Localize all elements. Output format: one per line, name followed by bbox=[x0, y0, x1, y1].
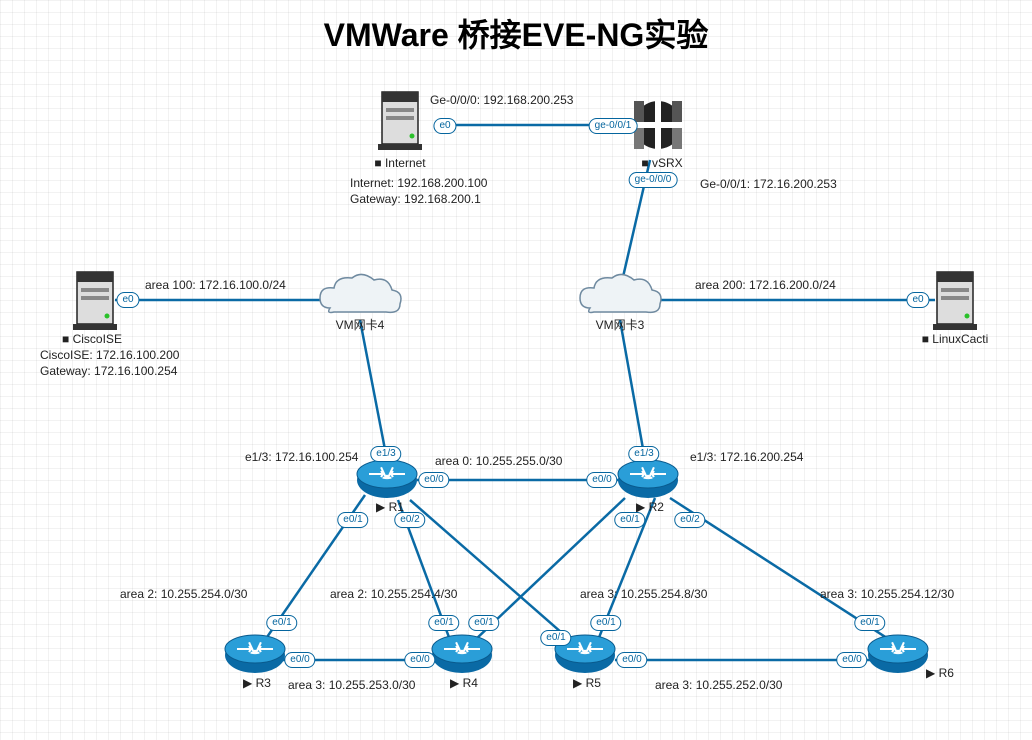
text-area2b: area 2: 10.255.254.4/30 bbox=[330, 587, 457, 601]
diagram-title: VMWare 桥接EVE-NG实验 bbox=[0, 10, 1032, 56]
node-ciscoise-label: ■ CiscoISE bbox=[62, 332, 122, 346]
node-vmnic4-label: VM网卡4 bbox=[330, 316, 390, 333]
text-area2a: area 2: 10.255.254.0/30 bbox=[120, 587, 247, 601]
node-r3-icon[interactable] bbox=[225, 635, 285, 673]
if-r5-e00: e0/0 bbox=[616, 652, 647, 668]
text-r1-e13: e1/3: 172.16.100.254 bbox=[245, 450, 358, 464]
if-r5-e01b: e0/1 bbox=[590, 615, 621, 631]
text-ciscoise-ip: CiscoISE: 172.16.100.200 bbox=[40, 348, 179, 362]
node-r2-icon[interactable] bbox=[618, 460, 678, 498]
node-r5-label: ▶ R5 bbox=[567, 676, 607, 690]
node-linuxcacti-label: ■ LinuxCacti bbox=[910, 332, 1000, 346]
node-ciscoise-icon[interactable] bbox=[73, 272, 117, 330]
node-vmnic4-icon[interactable] bbox=[320, 274, 401, 312]
if-r2-e02: e0/2 bbox=[674, 512, 705, 528]
if-r6-e01: e0/1 bbox=[854, 615, 885, 631]
if-ciscoise-e0: e0 bbox=[116, 292, 139, 308]
node-r4-label: ▶ R4 bbox=[444, 676, 484, 690]
if-r2-e00: e0/0 bbox=[586, 472, 617, 488]
text-ge000: Ge-0/0/0: 192.168.200.253 bbox=[430, 93, 573, 107]
text-area0: area 0: 10.255.255.0/30 bbox=[435, 454, 562, 468]
if-linuxcacti-e0: e0 bbox=[906, 292, 929, 308]
if-r3-e01: e0/1 bbox=[266, 615, 297, 631]
node-vsrx-label: ■ vSRX bbox=[632, 156, 692, 170]
text-ge001: Ge-0/0/1: 172.16.200.253 bbox=[700, 177, 837, 191]
node-vmnic3-icon[interactable] bbox=[580, 274, 661, 312]
text-ciscoise-gw: Gateway: 172.16.100.254 bbox=[40, 364, 177, 378]
node-linuxcacti-icon[interactable] bbox=[933, 272, 977, 330]
node-internet-icon[interactable] bbox=[378, 92, 422, 150]
if-r5-e01a: e0/1 bbox=[540, 630, 571, 646]
text-area100: area 100: 172.16.100.0/24 bbox=[145, 278, 286, 292]
node-vmnic3-label: VM网卡3 bbox=[590, 316, 650, 333]
if-r1-e13: e1/3 bbox=[370, 446, 401, 462]
text-internet-gw: Gateway: 192.168.200.1 bbox=[350, 192, 481, 206]
text-area3d: area 3: 10.255.252.0/30 bbox=[655, 678, 782, 692]
if-r1-e00: e0/0 bbox=[418, 472, 449, 488]
text-area3a: area 3: 10.255.254.8/30 bbox=[580, 587, 707, 601]
node-r4-icon[interactable] bbox=[432, 635, 492, 673]
node-internet-label: ■ Internet bbox=[370, 156, 430, 170]
node-r1-icon[interactable] bbox=[357, 460, 417, 498]
if-r2-e01: e0/1 bbox=[614, 512, 645, 528]
node-vsrx-icon[interactable] bbox=[634, 101, 682, 149]
text-internet-ip: Internet: 192.168.200.100 bbox=[350, 176, 487, 190]
if-r4-e01a: e0/1 bbox=[428, 615, 459, 631]
text-area3c: area 3: 10.255.253.0/30 bbox=[288, 678, 415, 692]
if-internet-e0: e0 bbox=[433, 118, 456, 134]
text-area3b: area 3: 10.255.254.12/30 bbox=[820, 587, 954, 601]
if-r6-e00: e0/0 bbox=[836, 652, 867, 668]
if-r1-e02: e0/2 bbox=[394, 512, 425, 528]
if-r4-e01b: e0/1 bbox=[468, 615, 499, 631]
if-r3-e00: e0/0 bbox=[284, 652, 315, 668]
node-r6-icon[interactable] bbox=[868, 635, 928, 673]
if-r1-e01: e0/1 bbox=[337, 512, 368, 528]
if-r4-e00: e0/0 bbox=[404, 652, 435, 668]
if-vsrx-ge000: ge-0/0/0 bbox=[629, 172, 678, 188]
node-r6-label: ▶ R6 bbox=[920, 666, 960, 680]
if-r2-e13: e1/3 bbox=[628, 446, 659, 462]
text-area200: area 200: 172.16.200.0/24 bbox=[695, 278, 836, 292]
text-r2-e13: e1/3: 172.16.200.254 bbox=[690, 450, 803, 464]
node-r3-label: ▶ R3 bbox=[237, 676, 277, 690]
if-vsrx-ge001: ge-0/0/1 bbox=[589, 118, 638, 134]
